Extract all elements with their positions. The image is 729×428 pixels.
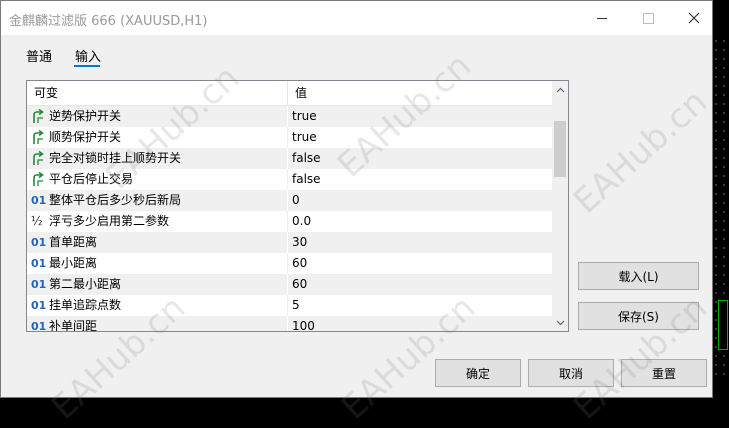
inputs-grid: 可变 值 逆势保护开关 true 顺势保护开关 true 完全对锁时挂上顺势开关 fals…: [26, 80, 569, 332]
table-row[interactable]: 01 补单间距 100: [27, 316, 552, 332]
ok-button[interactable]: 确定: [435, 359, 521, 387]
variable-name: 完全对锁时挂上顺势开关: [49, 151, 182, 165]
table-row[interactable]: 01 第二最小距离 60: [27, 274, 552, 295]
variable-name: 整体平仓后多少秒后新局: [49, 193, 182, 207]
load-button[interactable]: 载入(L): [578, 262, 699, 290]
window-title: 金麒麟过滤版 666 (XAUUSD,H1): [9, 14, 208, 29]
table-row[interactable]: ½ 浮亏多少启用第二参数 0.0: [27, 211, 552, 232]
table-row[interactable]: 01 最小距离 60: [27, 253, 552, 274]
vertical-scrollbar[interactable]: [552, 81, 568, 331]
maximize-icon: [642, 12, 654, 24]
variable-name: 首单距离: [49, 235, 98, 249]
int-type-icon: 01: [31, 299, 47, 312]
close-icon: [688, 12, 700, 24]
int-type-icon: 01: [31, 278, 47, 291]
variable-name: 顺势保护开关: [49, 130, 122, 144]
minimize-button[interactable]: [579, 1, 625, 35]
table-row[interactable]: 逆势保护开关 true: [27, 106, 552, 127]
save-button[interactable]: 保存(S): [578, 302, 699, 330]
grid-rows: 逆势保护开关 true 顺势保护开关 true 完全对锁时挂上顺势开关 false 平仓后停…: [27, 106, 552, 332]
bool-arrow-icon: [31, 171, 47, 187]
variable-name: 平仓后停止交易: [49, 172, 134, 186]
chevron-up-icon: [556, 87, 564, 92]
variable-name: 逆势保护开关: [49, 109, 122, 123]
value-cell[interactable]: 0.0: [289, 211, 552, 232]
chevron-down-icon: [556, 320, 564, 325]
variable-name: 挂单追踪点数: [49, 298, 122, 312]
grid-header: 可变 值: [27, 81, 552, 106]
value-cell[interactable]: 30: [289, 232, 552, 253]
value-cell[interactable]: true: [289, 127, 552, 148]
value-cell[interactable]: false: [289, 148, 552, 169]
variable-name: 补单间距: [49, 319, 98, 332]
variable-cell[interactable]: 完全对锁时挂上顺势开关: [27, 148, 288, 169]
variable-cell[interactable]: 逆势保护开关: [27, 106, 288, 127]
minimize-icon: [597, 17, 607, 19]
variable-cell[interactable]: 01 第二最小距离: [27, 274, 288, 295]
title-bar[interactable]: 金麒麟过滤版 666 (XAUUSD,H1): [1, 1, 712, 35]
tab-general[interactable]: 普通: [26, 46, 52, 66]
table-row[interactable]: 平仓后停止交易 false: [27, 169, 552, 190]
variable-cell[interactable]: 顺势保护开关: [27, 127, 288, 148]
variable-cell[interactable]: ½ 浮亏多少启用第二参数: [27, 211, 288, 232]
value-cell[interactable]: 100: [289, 316, 552, 331]
value-cell[interactable]: 60: [289, 253, 552, 274]
variable-name: 浮亏多少启用第二参数: [49, 214, 170, 228]
column-header-variable[interactable]: 可变: [27, 81, 288, 105]
maximize-button[interactable]: [625, 1, 671, 35]
value-cell[interactable]: 0: [289, 190, 552, 211]
column-header-value[interactable]: 值: [288, 81, 552, 105]
cancel-button[interactable]: 取消: [528, 359, 614, 387]
tab-inputs[interactable]: 输入: [75, 46, 101, 66]
value-cell[interactable]: true: [289, 106, 552, 127]
bool-arrow-icon: [31, 150, 47, 166]
int-type-icon: 01: [31, 236, 47, 249]
variable-cell[interactable]: 01 整体平仓后多少秒后新局: [27, 190, 288, 211]
int-type-icon: 01: [31, 320, 47, 332]
scroll-down-button[interactable]: [552, 314, 568, 331]
scroll-thumb[interactable]: [554, 121, 566, 177]
variable-cell[interactable]: 平仓后停止交易: [27, 169, 288, 190]
variable-cell[interactable]: 01 补单间距: [27, 316, 288, 332]
variable-name: 最小距离: [49, 256, 98, 270]
int-type-icon: 01: [31, 257, 47, 270]
bool-arrow-icon: [31, 129, 47, 145]
double-type-icon: ½: [31, 214, 43, 228]
expert-properties-dialog: 金麒麟过滤版 666 (XAUUSD,H1) 普通 输入 可变 值 逆势保护开关…: [0, 0, 713, 398]
reset-button[interactable]: 重置: [621, 359, 707, 387]
table-row[interactable]: 01 整体平仓后多少秒后新局 0: [27, 190, 552, 211]
close-button[interactable]: [671, 1, 717, 35]
value-cell[interactable]: 60: [289, 274, 552, 295]
chart-candle: [718, 300, 728, 350]
variable-name: 第二最小距离: [49, 277, 122, 291]
active-tab-indicator: [74, 65, 100, 67]
value-cell[interactable]: false: [289, 169, 552, 190]
scroll-up-button[interactable]: [552, 81, 568, 98]
value-cell[interactable]: 5: [289, 295, 552, 316]
variable-cell[interactable]: 01 首单距离: [27, 232, 288, 253]
variable-cell[interactable]: 01 挂单追踪点数: [27, 295, 288, 316]
table-row[interactable]: 顺势保护开关 true: [27, 127, 552, 148]
int-type-icon: 01: [31, 194, 47, 207]
bool-arrow-icon: [31, 108, 47, 124]
variable-cell[interactable]: 01 最小距离: [27, 253, 288, 274]
table-row[interactable]: 01 挂单追踪点数 5: [27, 295, 552, 316]
table-row[interactable]: 完全对锁时挂上顺势开关 false: [27, 148, 552, 169]
table-row[interactable]: 01 首单距离 30: [27, 232, 552, 253]
